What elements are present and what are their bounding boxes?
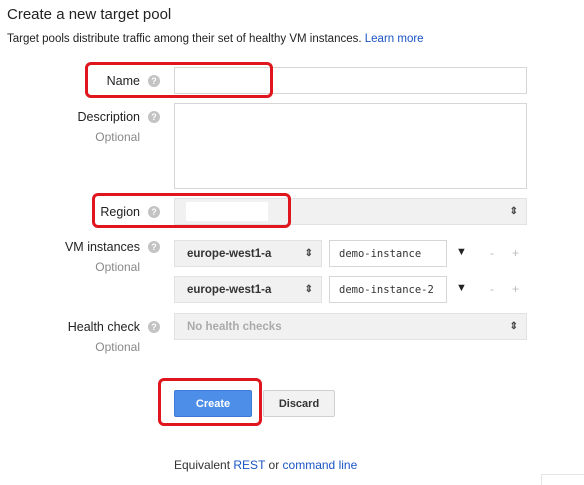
zone-select-value: europe-west1-a	[187, 248, 272, 260]
instance-input-2[interactable]: demo-instance-2	[329, 276, 447, 303]
help-icon[interactable]: ?	[148, 241, 160, 253]
learn-more-link[interactable]: Learn more	[365, 33, 424, 45]
select-arrows-icon: ⇕	[304, 248, 313, 259]
discard-button[interactable]: Discard	[263, 390, 335, 417]
add-instance-button[interactable]: +	[512, 282, 519, 296]
triangle-down-icon[interactable]: ▼	[456, 246, 467, 258]
page-title: Create a new target pool	[7, 6, 172, 23]
remove-instance-button[interactable]: -	[490, 282, 494, 296]
description-textarea[interactable]	[174, 103, 527, 189]
health-check-value: No health checks	[187, 321, 282, 333]
footer-or: or	[268, 458, 280, 472]
select-arrows-icon: ⇕	[509, 206, 518, 217]
vm-instances-label: VM instances	[64, 240, 140, 254]
remove-instance-button[interactable]: -	[490, 246, 494, 260]
rest-link[interactable]: REST	[233, 458, 265, 472]
select-arrows-icon: ⇕	[509, 321, 518, 332]
select-arrows-icon: ⇕	[304, 284, 313, 295]
footer-prefix: Equivalent	[174, 458, 231, 472]
triangle-down-icon[interactable]: ▼	[456, 282, 467, 294]
zone-select-1[interactable]: europe-west1-a ⇕	[174, 240, 322, 267]
highlight-box-name	[85, 62, 273, 98]
highlight-box-region	[92, 193, 291, 228]
footer-text: Equivalent REST or command line	[174, 458, 357, 472]
zone-select-2[interactable]: europe-west1-a ⇕	[174, 276, 322, 303]
description-text: Target pools distribute traffic among th…	[7, 33, 362, 45]
help-icon[interactable]: ?	[148, 321, 160, 333]
page-description: Target pools distribute traffic among th…	[7, 33, 424, 45]
add-instance-button[interactable]: +	[512, 246, 519, 260]
highlight-box-create	[158, 378, 262, 426]
health-check-label: Health check	[67, 320, 140, 334]
corner-widget	[541, 474, 584, 485]
zone-select-value: europe-west1-a	[187, 284, 272, 296]
instance-input-1[interactable]: demo-instance	[329, 240, 447, 267]
description-label: Description	[77, 110, 140, 124]
command-line-link[interactable]: command line	[283, 458, 358, 472]
vm-instances-optional: Optional	[95, 260, 140, 274]
health-check-optional: Optional	[95, 340, 140, 354]
help-icon[interactable]: ?	[148, 111, 160, 123]
health-check-select[interactable]: No health checks ⇕	[174, 313, 527, 340]
description-optional: Optional	[95, 130, 140, 144]
